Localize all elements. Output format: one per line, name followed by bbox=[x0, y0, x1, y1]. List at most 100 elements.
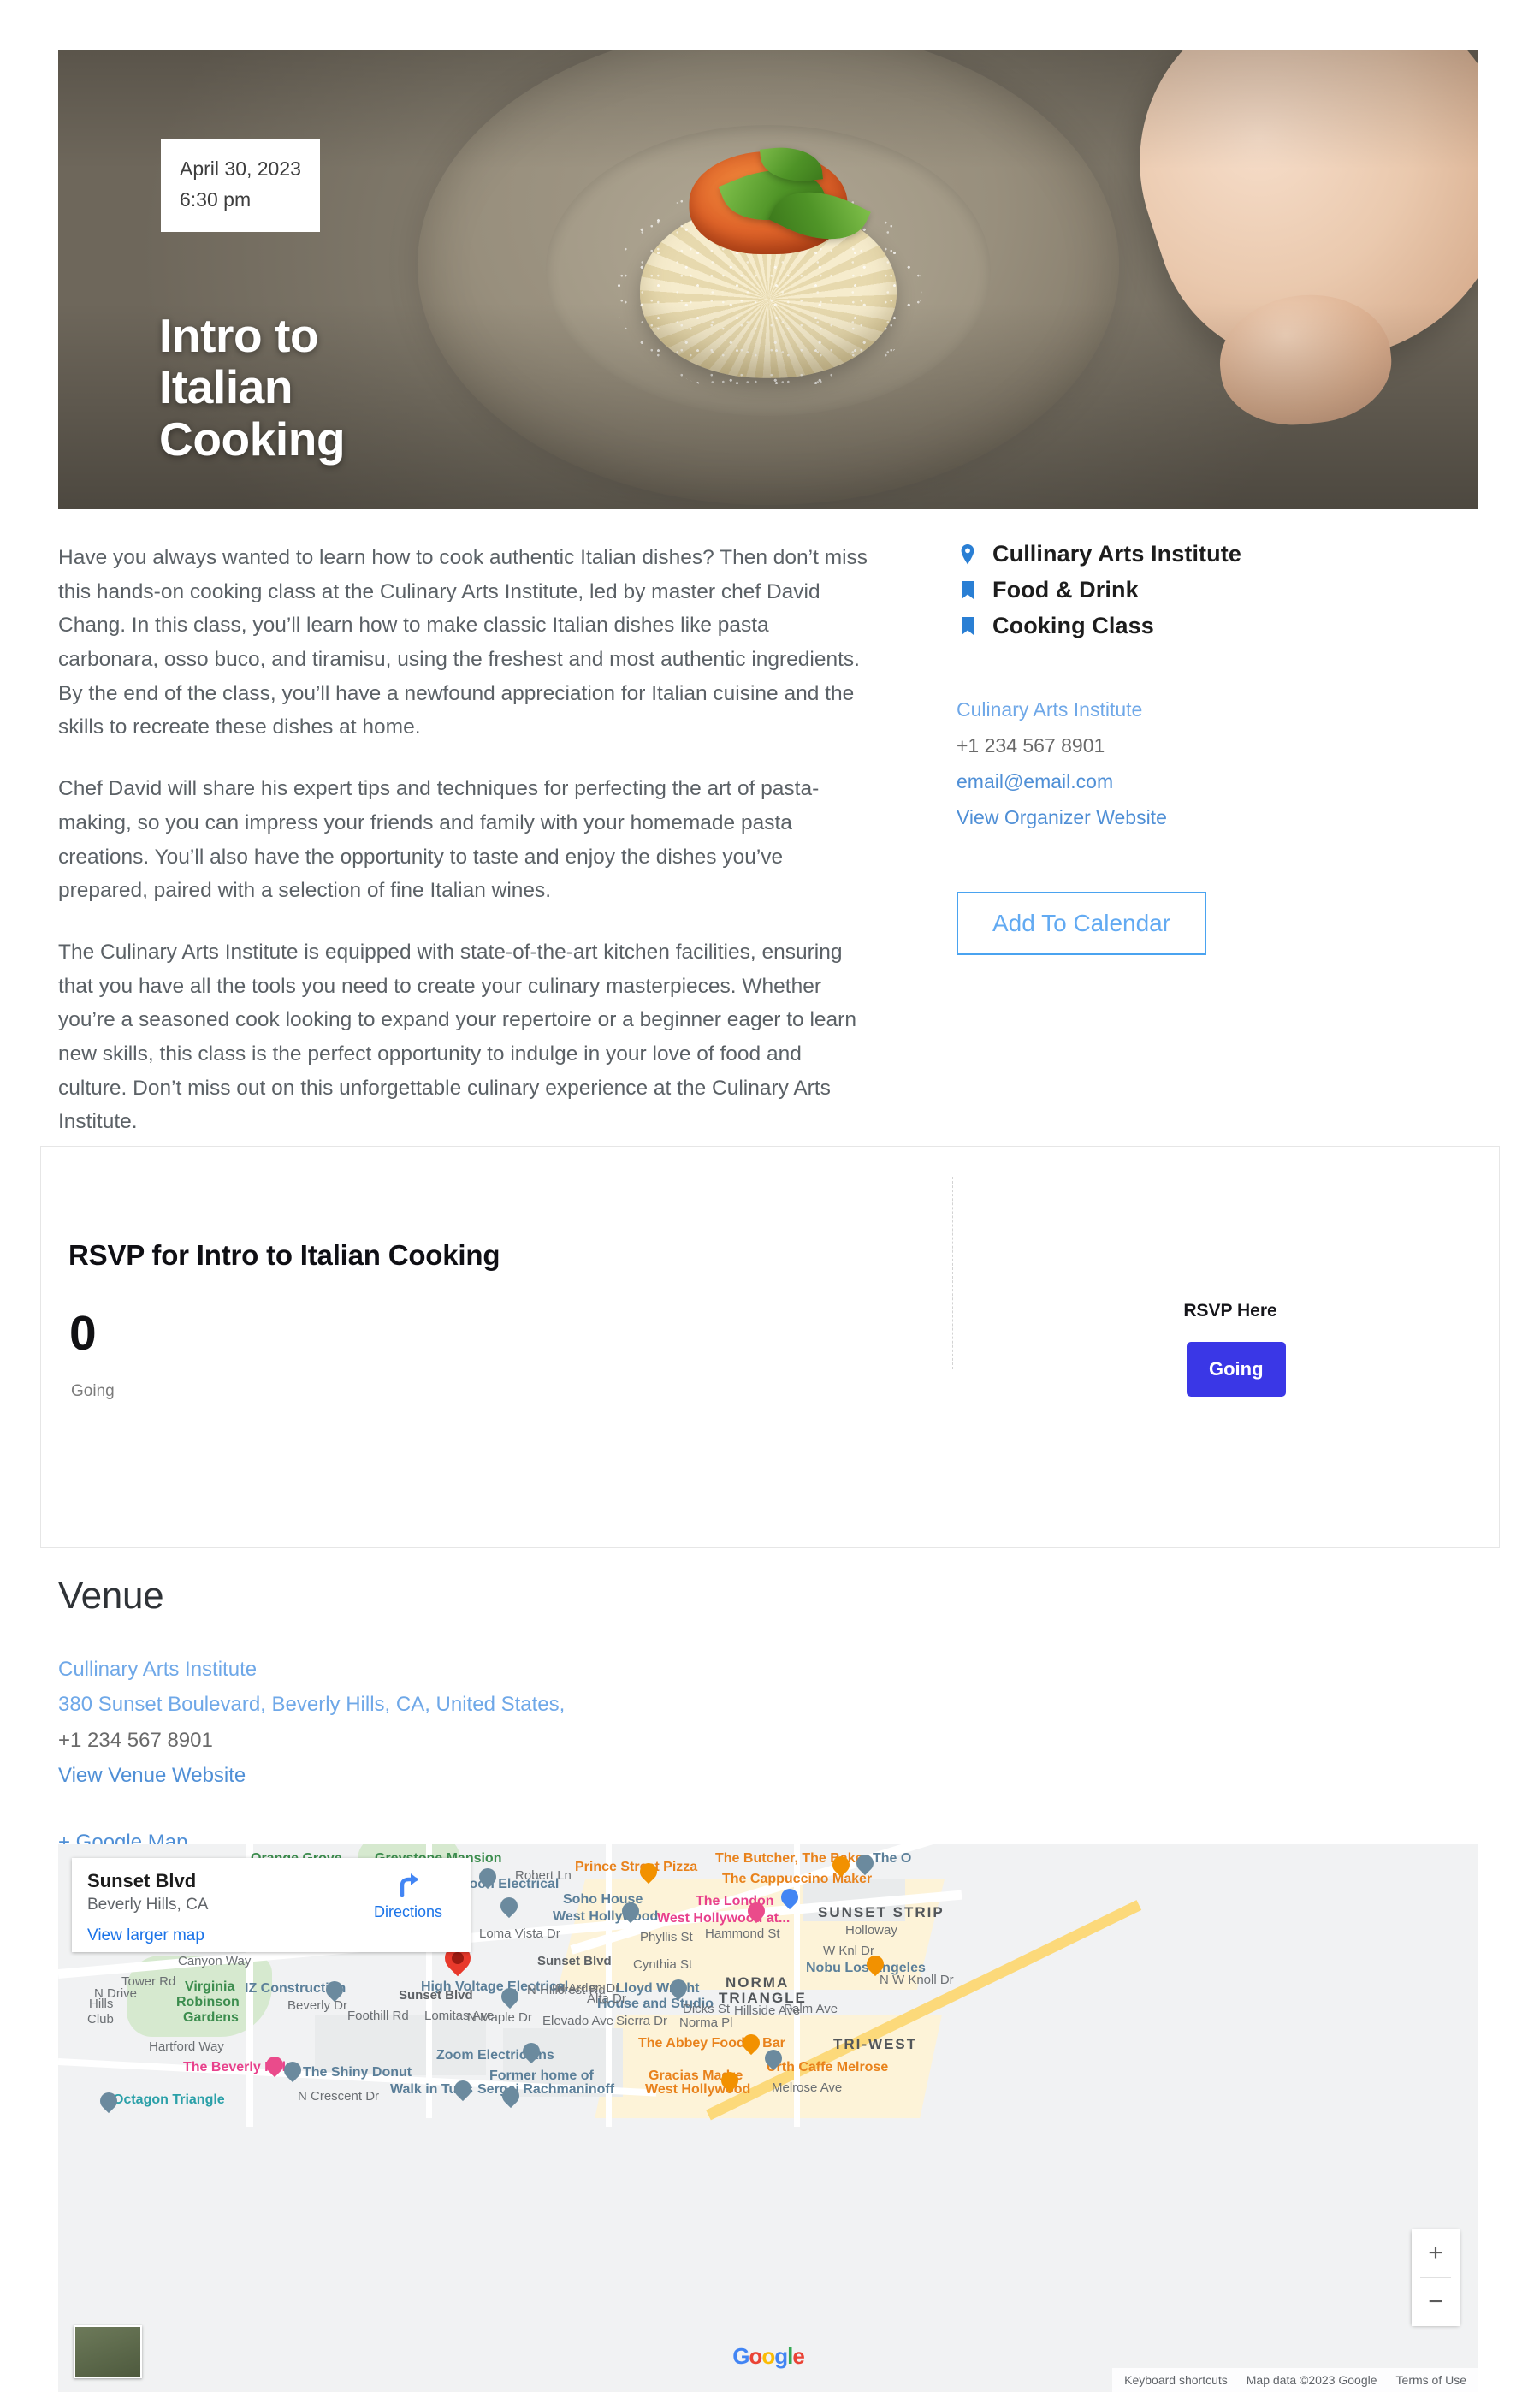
map-label: N Crescent Dr bbox=[298, 2089, 380, 2104]
map-marker[interactable] bbox=[636, 1859, 661, 1887]
rsvp-going-count-label: Going bbox=[71, 1382, 115, 1400]
map-label: The O bbox=[873, 1851, 912, 1866]
event-time: 6:30 pm bbox=[180, 187, 252, 211]
page-title-line-1: Intro to bbox=[159, 308, 319, 362]
map-label: Phyllis St bbox=[640, 1930, 693, 1944]
venue-heading: Venue bbox=[58, 1575, 164, 1617]
rsvp-going-button[interactable]: Going bbox=[1187, 1342, 1286, 1397]
map-label: Urth Caffe Melrose bbox=[767, 2060, 889, 2074]
event-date: April 30, 2023 bbox=[180, 157, 301, 180]
map-marker[interactable] bbox=[717, 2068, 743, 2096]
map-marker[interactable] bbox=[475, 1864, 500, 1892]
map-marker[interactable] bbox=[862, 1951, 888, 1979]
map-label: Robert Ln bbox=[515, 1868, 572, 1883]
map-label: Elevado Ave bbox=[542, 2014, 614, 2028]
description-paragraph-1: Have you always wanted to learn how to c… bbox=[58, 546, 868, 739]
map-marker[interactable] bbox=[666, 1975, 691, 2003]
zoom-in-button[interactable]: + bbox=[1412, 2229, 1460, 2277]
map-label: Tower Rd bbox=[121, 1974, 176, 1989]
rsvp-divider bbox=[952, 1177, 953, 1369]
map-label: Alta Dr bbox=[587, 1991, 626, 2006]
map-label: Hammond St bbox=[705, 1926, 780, 1941]
map-label: Sergei Rachmaninoff bbox=[477, 2082, 615, 2097]
google-logo: Google bbox=[732, 2343, 805, 2369]
venue-phone: +1 234 567 8901 bbox=[58, 1728, 213, 1752]
meta-item-category-food-drink[interactable]: Food & Drink bbox=[957, 577, 1478, 603]
map-label: Prince Street Pizza bbox=[575, 1860, 698, 1874]
map-attribution-bar: Keyboard shortcuts Map data ©2023 Google… bbox=[1112, 2368, 1478, 2392]
hero-banner: April 30, 2023 6:30 pm Intro to Italian … bbox=[58, 50, 1478, 509]
event-page: April 30, 2023 6:30 pm Intro to Italian … bbox=[0, 0, 1540, 2392]
event-meta-list: Cullinary Arts Institute Food & Drink Co… bbox=[957, 541, 1478, 639]
map-marker[interactable] bbox=[743, 1898, 769, 1926]
map-label: Octagon Triangle bbox=[113, 2092, 225, 2107]
venue-website-link[interactable]: View Venue Website bbox=[58, 1758, 1513, 1793]
organizer-block: Culinary Arts Institute +1 234 567 8901 … bbox=[957, 692, 1478, 835]
map-marker[interactable] bbox=[498, 2083, 524, 2111]
map-label: The Shiny Donut bbox=[303, 2065, 412, 2080]
map-label: Virginia bbox=[185, 1979, 235, 1994]
map-label: Hartford Way bbox=[149, 2039, 224, 2054]
map-marker[interactable] bbox=[518, 2039, 544, 2067]
rsvp-going-count: 0 bbox=[69, 1306, 97, 1361]
map-label: Foothill Rd bbox=[347, 2009, 409, 2023]
map-label: Norma Pl bbox=[679, 2015, 733, 2030]
map-label: N W Knoll Dr bbox=[880, 1973, 954, 1987]
event-date-badge: April 30, 2023 6:30 pm bbox=[161, 139, 320, 233]
description-paragraph-3: The Culinary Arts Institute is equipped … bbox=[58, 940, 856, 1134]
map-marker[interactable] bbox=[497, 1984, 523, 2012]
map-marker[interactable] bbox=[738, 2030, 764, 2058]
terms-of-use-link[interactable]: Terms of Use bbox=[1396, 2373, 1466, 2387]
zoom-out-button[interactable]: − bbox=[1412, 2278, 1460, 2326]
page-title-line-2: Italian bbox=[159, 360, 293, 413]
map-label: Dicks St bbox=[683, 2002, 731, 2016]
map-label: NORMA bbox=[726, 1974, 790, 1991]
page-title-line-3: Cooking bbox=[159, 412, 346, 466]
map-label: West Hollywood bbox=[553, 1909, 659, 1924]
map-marker[interactable] bbox=[262, 2052, 287, 2080]
map-marker[interactable] bbox=[852, 1850, 878, 1879]
map-label: Sunset Blvd bbox=[537, 1954, 612, 1968]
map-zoom-controls[interactable]: + − bbox=[1412, 2229, 1460, 2326]
map-marker[interactable] bbox=[96, 2088, 121, 2116]
map-marker[interactable] bbox=[322, 1977, 347, 2005]
venue-map[interactable]: Orange GroveGreystone MansionBlue Moon E… bbox=[58, 1844, 1478, 2392]
directions-button[interactable]: Directions bbox=[361, 1870, 455, 1921]
map-label: Club bbox=[87, 2012, 114, 2027]
map-label: Canyon Way bbox=[178, 1954, 252, 1968]
keyboard-shortcuts-link[interactable]: Keyboard shortcuts bbox=[1124, 2373, 1228, 2387]
map-marker[interactable] bbox=[450, 2076, 476, 2104]
organizer-name-link[interactable]: Culinary Arts Institute bbox=[957, 692, 1478, 728]
map-label: Melrose Ave bbox=[772, 2080, 843, 2095]
meta-item-label: Cooking Class bbox=[992, 613, 1154, 638]
meta-item-category-cooking-class[interactable]: Cooking Class bbox=[957, 613, 1478, 639]
organizer-website-link[interactable]: View Organizer Website bbox=[957, 800, 1478, 836]
add-to-calendar-button[interactable]: Add To Calendar bbox=[957, 892, 1207, 956]
bookmark-icon bbox=[957, 616, 979, 637]
rsvp-card: RSVP for Intro to Italian Cooking 0 Goin… bbox=[40, 1146, 1500, 1548]
organizer-email-link[interactable]: email@email.com bbox=[957, 764, 1478, 800]
map-marker[interactable] bbox=[280, 2057, 305, 2086]
map-label: SUNSET STRIP bbox=[818, 1904, 945, 1920]
map-marker[interactable] bbox=[496, 1893, 522, 1921]
view-larger-map-link[interactable]: View larger map bbox=[87, 1926, 455, 1945]
map-marker[interactable] bbox=[761, 2045, 786, 2074]
map-marker[interactable] bbox=[618, 1898, 643, 1926]
details-column: Cullinary Arts Institute Food & Drink Co… bbox=[957, 541, 1478, 956]
description-column: Have you always wanted to learn how to c… bbox=[58, 541, 871, 1166]
map-marker[interactable] bbox=[828, 1852, 854, 1880]
bookmark-icon bbox=[957, 580, 979, 601]
map-label: Cynthia St bbox=[633, 1957, 693, 1972]
map-pin-icon bbox=[957, 543, 979, 566]
map-marker[interactable] bbox=[777, 1885, 803, 1913]
street-view-thumbnail[interactable] bbox=[74, 2325, 142, 2378]
description-paragraph-2: Chef David will share his expert tips an… bbox=[58, 777, 820, 903]
venue-address-link[interactable]: 380 Sunset Boulevard, Beverly Hills, CA,… bbox=[58, 1687, 1513, 1722]
map-label: N Maple Dr bbox=[467, 2010, 532, 2025]
venue-name-link[interactable]: Cullinary Arts Institute bbox=[58, 1652, 1513, 1687]
rsvp-title: RSVP for Intro to Italian Cooking bbox=[68, 1239, 500, 1271]
meta-item-venue[interactable]: Cullinary Arts Institute bbox=[957, 541, 1478, 567]
map-data-credit: Map data ©2023 Google bbox=[1246, 2373, 1377, 2387]
page-title: Intro to Italian Cooking bbox=[159, 308, 346, 466]
map-label: Loma Vista Dr bbox=[479, 1926, 560, 1941]
